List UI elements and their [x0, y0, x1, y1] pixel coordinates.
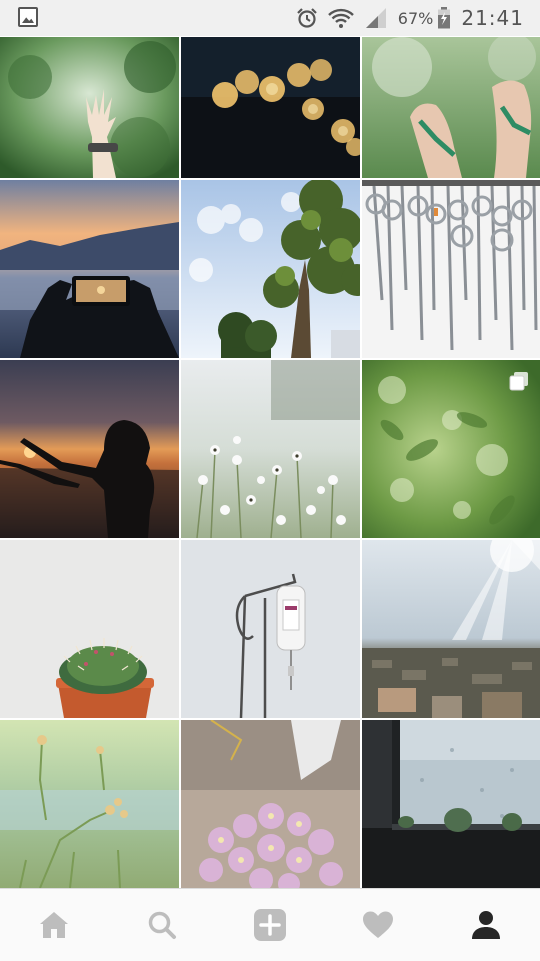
- photo-grid: [0, 37, 540, 888]
- photo-white-wildflowers: [181, 360, 360, 538]
- photo-hand-raised: [0, 37, 179, 178]
- photo-bokeh-lights: [181, 37, 360, 178]
- photo-tile[interactable]: [181, 180, 360, 358]
- photo-tile[interactable]: [181, 360, 360, 538]
- photo-phone-sunrise: [0, 180, 179, 358]
- photo-tile[interactable]: [181, 37, 360, 178]
- status-right-group: 67% 21:41: [286, 6, 524, 30]
- wifi-icon: [327, 8, 354, 28]
- photo-tile[interactable]: [362, 37, 540, 178]
- nav-home-button[interactable]: [24, 895, 84, 955]
- signal-icon: [365, 8, 386, 28]
- photo-tile[interactable]: [362, 720, 540, 888]
- photo-sunset-silhouette: [0, 360, 179, 538]
- status-time: 21:41: [461, 6, 524, 30]
- photo-iv-drip-stand: [181, 540, 360, 718]
- photo-tile[interactable]: [0, 540, 179, 718]
- photo-surgical-scissors: [362, 180, 540, 358]
- photo-tile[interactable]: [181, 540, 360, 718]
- photo-feet-sandals: [362, 37, 540, 178]
- photo-cactus-pot: [0, 540, 179, 718]
- photo-pink-flowers: [181, 720, 360, 888]
- photo-tile[interactable]: [362, 180, 540, 358]
- nav-profile-button[interactable]: [456, 895, 516, 955]
- multiple-photos-icon: [509, 372, 528, 391]
- search-icon: [148, 911, 176, 939]
- photo-tree-sky: [181, 180, 360, 358]
- add-post-icon: [254, 909, 286, 941]
- photo-tile[interactable]: [0, 720, 179, 888]
- photo-tile[interactable]: [181, 720, 360, 888]
- heart-icon: [363, 911, 393, 938]
- gallery-icon: [18, 7, 38, 27]
- nav-activity-button[interactable]: [348, 895, 408, 955]
- photo-tile[interactable]: [0, 180, 179, 358]
- alarm-icon: [297, 8, 317, 28]
- photo-meadow-flowers: [0, 720, 179, 888]
- nav-add-button[interactable]: [240, 895, 300, 955]
- photo-city-sun-rays: [362, 540, 540, 718]
- battery-charging-icon: [438, 7, 451, 29]
- nav-search-button[interactable]: [132, 895, 192, 955]
- battery-percent: 67%: [397, 8, 434, 28]
- profile-icon: [472, 911, 500, 939]
- home-icon: [40, 912, 68, 938]
- photo-tile[interactable]: [0, 360, 179, 538]
- status-bar: 67% 21:41: [0, 0, 540, 36]
- photo-tile[interactable]: [362, 360, 540, 538]
- photo-tile[interactable]: [362, 540, 540, 718]
- photo-tile[interactable]: [0, 37, 179, 178]
- photo-rainy-window: [362, 720, 540, 888]
- bottom-nav: [0, 888, 540, 961]
